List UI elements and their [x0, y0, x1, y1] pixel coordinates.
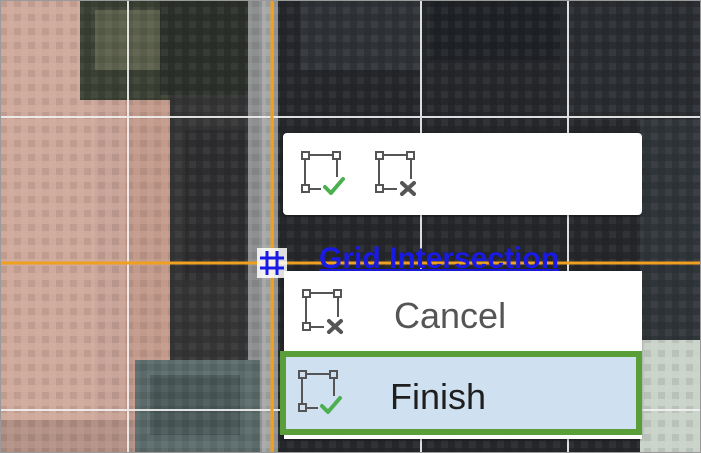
- menu-item-cancel[interactable]: Cancel: [284, 271, 642, 351]
- mini-toolbar: [283, 133, 642, 215]
- finish-icon: [301, 151, 347, 197]
- finish-button[interactable]: [301, 151, 347, 197]
- menu-item-finish[interactable]: Finish: [280, 351, 642, 435]
- menu-item-label: Finish: [390, 376, 487, 417]
- menu-item-label: Cancel: [394, 295, 507, 336]
- cancel-button[interactable]: [375, 151, 421, 197]
- grid-intersection-icon: [257, 248, 287, 278]
- finish-icon: [298, 370, 344, 416]
- map-view[interactable]: Grid Intersection Cancel Finish: [0, 0, 701, 453]
- context-menu: Cancel Finish: [280, 271, 642, 439]
- cancel-icon: [375, 151, 419, 197]
- cancel-icon: [302, 289, 346, 335]
